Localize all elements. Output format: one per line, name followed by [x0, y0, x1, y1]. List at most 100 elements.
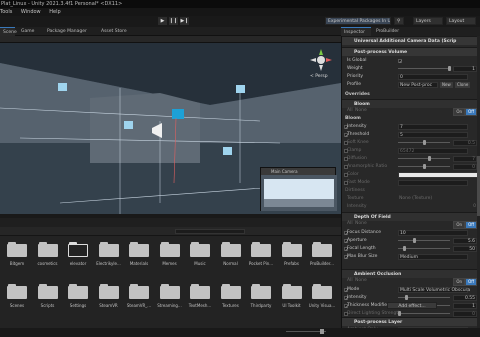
- folder-icon[interactable]: [98, 284, 119, 299]
- property-slider-knob[interactable]: [423, 164, 426, 169]
- ao-on-off-toggle[interactable]: On Off: [453, 278, 477, 286]
- folder-label: Prefabs: [284, 261, 299, 266]
- property-label: Clamp: [347, 148, 362, 153]
- property-value-field[interactable]: [398, 327, 468, 328]
- play-icon[interactable]: ▶: [158, 17, 167, 25]
- menu-window[interactable]: Window: [21, 9, 41, 15]
- layers-dropdown[interactable]: Layers: [413, 17, 443, 25]
- step-icon[interactable]: ▶❙: [180, 17, 189, 25]
- property-value-field[interactable]: 65472: [398, 148, 468, 154]
- window-title: Plat_Linux - Unity 2021.3.4f1 Personal* …: [0, 0, 480, 8]
- tab-inspector[interactable]: Inspector: [341, 27, 371, 36]
- property-value-field[interactable]: 0.5: [453, 140, 477, 146]
- folder-icon[interactable]: [251, 242, 271, 257]
- property-value-field[interactable]: 1: [453, 303, 477, 309]
- property-value-field[interactable]: 10: [398, 230, 468, 236]
- property-value-field[interactable]: 7: [453, 156, 477, 162]
- property-value-field[interactable]: 5: [398, 132, 468, 138]
- property-slider[interactable]: [398, 158, 450, 159]
- property-slider-knob[interactable]: [403, 246, 406, 251]
- folder-icon[interactable]: [251, 284, 271, 299]
- profile-field[interactable]: New Post-proc: [398, 82, 438, 88]
- dof-on-off-toggle[interactable]: On Off: [453, 221, 477, 229]
- property-slider-knob[interactable]: [405, 295, 408, 300]
- experimental-packages-button[interactable]: Experimental Packages In Use: [325, 17, 391, 25]
- component-header-volume[interactable]: Post-process Volume: [342, 47, 480, 56]
- property-label: Soft Knee: [347, 140, 369, 145]
- property-row: ✓ Mode Multi Scale Volumetric Obscura: [342, 286, 480, 294]
- property-row: ✓ Threshold 5: [342, 131, 480, 139]
- room-wall: [90, 93, 200, 163]
- property-value-field[interactable]: [398, 180, 468, 186]
- property-slider-knob[interactable]: [398, 311, 401, 316]
- scene-view[interactable]: < Persp Main Camera: [0, 43, 341, 214]
- property-slider-knob[interactable]: [428, 156, 431, 161]
- zoom-slider-knob[interactable]: [320, 329, 324, 334]
- folder-icon[interactable]: [190, 242, 210, 257]
- property-slider-knob[interactable]: [413, 238, 416, 243]
- search-icon[interactable]: ⚲: [394, 17, 404, 25]
- folder-icon[interactable]: [312, 242, 332, 257]
- folder-icon[interactable]: [98, 242, 119, 257]
- pause-icon[interactable]: ❙❙: [169, 17, 178, 25]
- tab-package-manager[interactable]: Package Manager: [44, 27, 96, 36]
- property-row: ✓ Focus Distance 10: [342, 229, 480, 237]
- folder-label: ProBuilder...: [310, 261, 334, 266]
- property-label: Aperture: [347, 238, 367, 243]
- menu-help[interactable]: Help: [49, 9, 60, 15]
- property-slider-knob[interactable]: [423, 140, 426, 145]
- bloom-on-off-toggle[interactable]: On Off: [453, 108, 477, 116]
- property-value-field[interactable]: 50: [453, 246, 477, 252]
- property-slider[interactable]: [398, 240, 450, 241]
- weight-slider[interactable]: [398, 68, 450, 69]
- tab-game[interactable]: Game: [18, 27, 42, 36]
- folder-icon[interactable]: [129, 242, 149, 257]
- folder-icon[interactable]: [7, 242, 27, 257]
- menu-tools[interactable]: Tools: [0, 9, 12, 15]
- folder-icon[interactable]: [159, 242, 180, 257]
- folder-icon[interactable]: [37, 284, 58, 299]
- folder-icon[interactable]: [129, 284, 149, 299]
- scene-tabs: Scene Game Package Manager Asset Store: [0, 27, 341, 36]
- property-value-field[interactable]: 7: [398, 124, 468, 130]
- folder-icon[interactable]: [159, 284, 180, 299]
- weight-field[interactable]: 1: [453, 66, 477, 72]
- tab-asset-store[interactable]: Asset Store: [98, 27, 134, 36]
- camera-preview-title: Main Camera: [261, 168, 335, 175]
- orientation-gizmo[interactable]: [306, 47, 336, 73]
- add-effect-button[interactable]: Add effect...: [387, 302, 437, 309]
- dirt-texture-row: Texture None (Texture): [347, 196, 433, 201]
- component-header-camera-data[interactable]: Universal Additional Camera Data (Scrip: [342, 36, 480, 45]
- tab-scene[interactable]: Scene: [0, 27, 17, 36]
- folder-icon[interactable]: [68, 242, 88, 257]
- folder-icon[interactable]: [190, 284, 210, 299]
- folder-icon[interactable]: [37, 242, 58, 257]
- folder-label: SteamVR: [99, 303, 118, 308]
- persp-label[interactable]: < Persp: [310, 74, 328, 79]
- property-value-field[interactable]: 5.6: [453, 238, 477, 244]
- folder-icon[interactable]: [7, 284, 27, 299]
- folder-icon[interactable]: [68, 284, 88, 299]
- folder-label: Scripts: [40, 303, 55, 308]
- folder-icon[interactable]: [281, 284, 302, 299]
- clone-profile-button[interactable]: Clone: [455, 82, 471, 88]
- scene-toolbar: [0, 36, 341, 43]
- folder-icon[interactable]: [281, 242, 302, 257]
- post-process-layer-header[interactable]: Post-process Layer: [342, 317, 480, 326]
- property-value-field[interactable]: 0: [453, 164, 477, 170]
- weight-slider-knob[interactable]: [448, 66, 451, 71]
- property-slider[interactable]: [398, 313, 450, 314]
- property-value-field[interactable]: Multi Scale Volumetric Obscura: [398, 287, 470, 293]
- tab-probuilder[interactable]: ProBuilder: [373, 27, 405, 36]
- property-value-field[interactable]: 0.55: [453, 295, 477, 301]
- folder-icon[interactable]: [220, 242, 241, 257]
- new-profile-button[interactable]: New: [440, 82, 453, 88]
- priority-field[interactable]: 0: [398, 74, 468, 80]
- folder-icon[interactable]: [312, 284, 332, 299]
- property-value-field[interactable]: Medium: [398, 254, 468, 260]
- project-search-input[interactable]: [175, 229, 245, 234]
- property-value-field[interactable]: [398, 172, 478, 178]
- folder-icon[interactable]: [220, 284, 241, 299]
- is-global-checkbox[interactable]: ✓: [398, 59, 402, 64]
- layout-dropdown[interactable]: Layout: [446, 17, 476, 25]
